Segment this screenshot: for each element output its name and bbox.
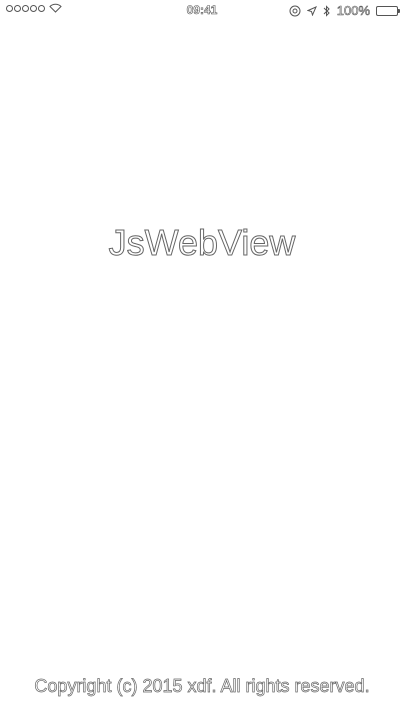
status-right: 100% [289, 3, 400, 19]
at-icon [289, 5, 301, 17]
copyright-text: Copyright (c) 2015 xdf. All rights reser… [34, 676, 370, 697]
location-arrow-icon [306, 5, 317, 16]
bluetooth-icon [323, 4, 331, 17]
battery-icon [376, 5, 400, 16]
app-title: JsWebView [108, 222, 296, 264]
status-bar: 09:41 100% [0, 0, 404, 22]
battery-percent: 100% [336, 3, 370, 19]
